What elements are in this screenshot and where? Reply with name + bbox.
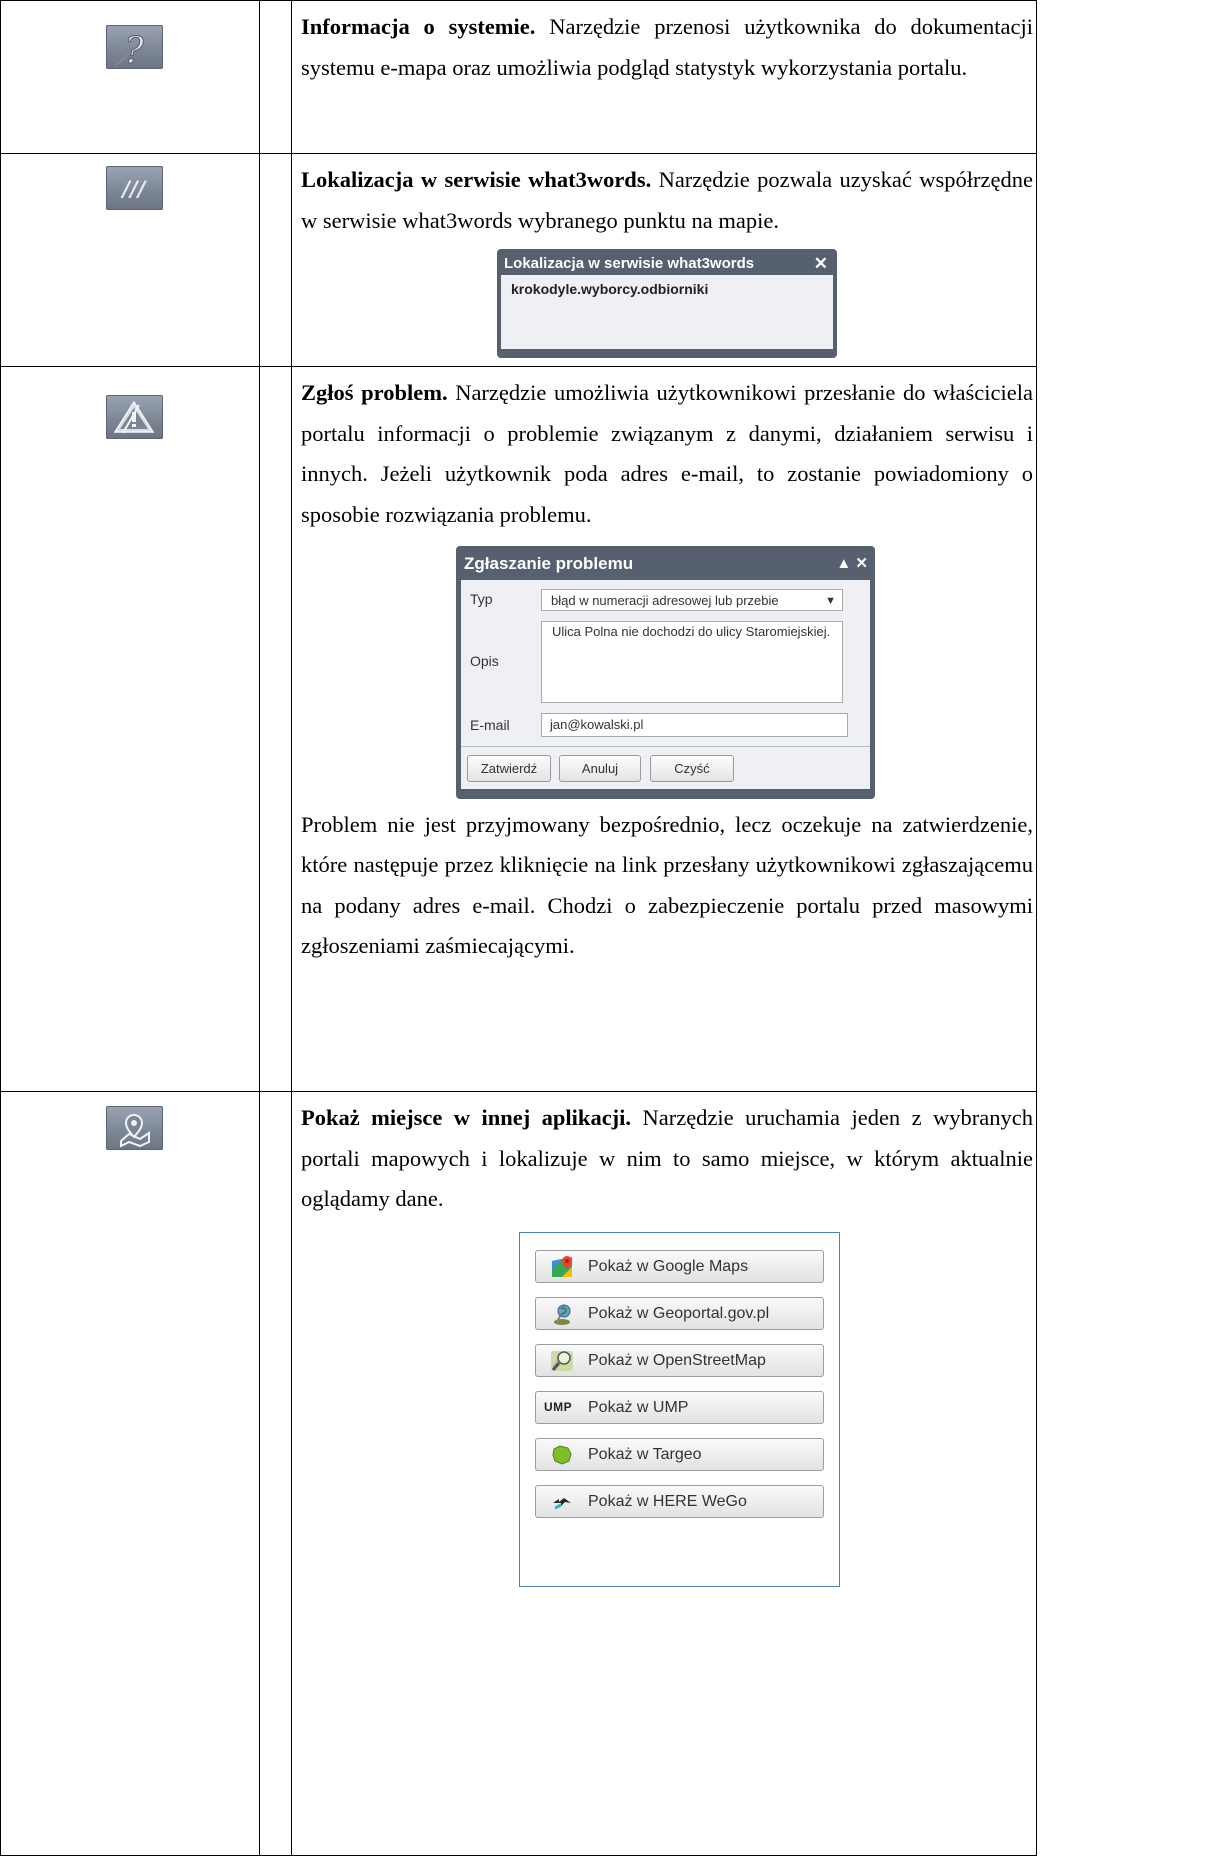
ump-button[interactable]: UMP Pokaż w UMP — [535, 1390, 824, 1424]
close-icon[interactable]: ✕ — [814, 253, 828, 275]
what3words-dialog: Lokalizacja w serwisie what3words ✕ krok… — [497, 249, 837, 359]
ump-logo-icon: UMP — [544, 1399, 573, 1414]
description-textarea[interactable]: Ulica Polna nie dochodzi do ulicy Starom… — [541, 620, 843, 703]
table-row: ? Informacja o systemie. Narzędzie przen… — [0, 0, 1037, 154]
openstreetmap-button[interactable]: Pokaż w OpenStreetMap — [535, 1343, 824, 1377]
tool-note: Problem nie jest przyjmowany bezpośredni… — [301, 811, 1033, 959]
description-cell: Zgłoś problem. Narzędzie umożliwia użytk… — [291, 366, 1037, 1093]
tool-title: Pokaż miejsce w innej aplikacji. — [301, 1105, 632, 1131]
targeo-icon — [552, 1445, 572, 1465]
type-select[interactable]: błąd w numeracji adresowej lub przebie ▼ — [541, 588, 843, 611]
what3words-result: krokodyle.wyborcy.odbiorniki — [501, 275, 833, 350]
email-label: E-mail — [470, 716, 510, 733]
description-cell: Informacja o systemie. Narzędzie przenos… — [291, 0, 1037, 154]
clear-button[interactable]: Czyść — [650, 754, 734, 782]
description-cell: Pokaż miejsce w innej aplikacji. Narzędz… — [291, 1091, 1037, 1856]
tools-table: ? Informacja o systemie. Narzędzie przen… — [0, 0, 1037, 1856]
question-mark-icon[interactable]: ? — [106, 25, 163, 69]
chevron-down-icon: ▼ — [825, 589, 836, 610]
table-row: Pokaż miejsce w innej aplikacji. Narzędz… — [0, 1091, 1037, 1856]
divider — [461, 745, 870, 747]
confirm-button[interactable]: Zatwierdź — [467, 754, 551, 782]
report-problem-dialog: Zgłaszanie problemu ▲ ✕ Typ błąd w numer… — [456, 545, 875, 799]
dialog-title: Lokalizacja w serwisie what3words — [504, 255, 755, 273]
map-pin-icon[interactable] — [106, 1106, 163, 1151]
dialog-title: Zgłaszanie problemu — [464, 553, 634, 573]
type-label: Typ — [470, 590, 493, 607]
window-controls[interactable]: ▲ ✕ — [836, 550, 868, 578]
svg-text:///: /// — [119, 177, 147, 201]
geoportal-icon — [554, 1304, 571, 1325]
google-maps-icon — [552, 1255, 572, 1277]
svg-text:?: ? — [124, 31, 144, 69]
openstreetmap-icon — [551, 1350, 573, 1371]
what3words-icon[interactable]: /// — [106, 166, 163, 210]
table-row: Zgłoś problem. Narzędzie umożliwia użytk… — [0, 366, 1037, 1093]
icon-cell: ? — [0, 0, 260, 154]
table-row: /// Lokalizacja w serwisie what3words. N… — [0, 152, 1037, 368]
tool-title: Lokalizacja w serwisie what3words. — [301, 167, 652, 192]
geoportal-button[interactable]: Pokaż w Geoportal.gov.pl — [535, 1296, 824, 1330]
here-wego-icon — [553, 1497, 571, 1510]
tool-title: Zgłoś problem. — [301, 380, 448, 406]
tool-title: Informacja o systemie. — [301, 14, 536, 39]
description-cell: Lokalizacja w serwisie what3words. Narzę… — [291, 152, 1037, 368]
icon-cell — [0, 366, 260, 1093]
other-apps-panel: Pokaż w Google Maps Pokaż w Geoportal.go… — [519, 1231, 840, 1587]
icon-cell — [0, 1091, 260, 1856]
email-field[interactable]: jan@kowalski.pl — [541, 712, 848, 737]
cancel-button[interactable]: Anuluj — [559, 754, 641, 782]
icon-cell: /// — [0, 152, 260, 368]
here-wego-button[interactable]: Pokaż w HERE WeGo — [535, 1484, 824, 1518]
google-maps-button[interactable]: Pokaż w Google Maps — [535, 1249, 824, 1283]
targeo-button[interactable]: Pokaż w Targeo — [535, 1437, 824, 1471]
description-label: Opis — [470, 652, 499, 669]
warning-icon[interactable] — [106, 395, 163, 440]
